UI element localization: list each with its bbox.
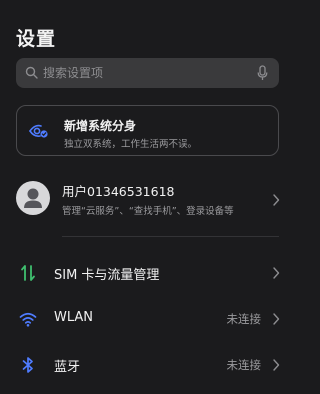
chevron-right-icon bbox=[273, 267, 280, 279]
section-divider bbox=[62, 236, 279, 237]
settings-item-bluetooth[interactable]: 蓝牙 未连接 bbox=[0, 343, 295, 387]
settings-item-label: WLAN bbox=[54, 310, 94, 325]
banner-subtitle: 独立双系统，工作生活两不误。 bbox=[64, 139, 198, 150]
chevron-right-icon bbox=[273, 313, 280, 325]
settings-item-wlan[interactable]: WLAN 未连接 bbox=[0, 297, 295, 341]
page-title: 设置 bbox=[16, 28, 57, 50]
banner-title: 新增系统分身 bbox=[64, 119, 137, 133]
eye-clone-icon bbox=[29, 124, 48, 138]
microphone-icon[interactable] bbox=[257, 65, 268, 81]
settings-item-label: 蓝牙 bbox=[54, 360, 81, 375]
search-input[interactable] bbox=[43, 58, 253, 88]
wifi-icon bbox=[19, 312, 37, 327]
settings-item-sim[interactable]: SIM 卡与流量管理 bbox=[0, 251, 295, 295]
system-clone-banner[interactable]: 新增系统分身 独立双系统，工作生活两不误。 bbox=[16, 105, 279, 156]
account-row[interactable]: 用户01346531618 管理“云服务”、“查找手机”、登录设备等 bbox=[0, 175, 295, 225]
settings-screen: 设置 新增系统分身 独立双系统，工作生活两不误。 bbox=[0, 0, 295, 394]
settings-item-status: 未连接 bbox=[226, 312, 262, 326]
avatar bbox=[16, 181, 50, 215]
chevron-right-icon bbox=[273, 359, 280, 371]
chevron-right-icon bbox=[273, 194, 280, 206]
account-subtitle: 管理“云服务”、“查找手机”、登录设备等 bbox=[62, 206, 234, 217]
search-icon bbox=[25, 66, 38, 79]
settings-item-status: 未连接 bbox=[226, 358, 262, 372]
settings-item-label: SIM 卡与流量管理 bbox=[54, 268, 160, 283]
search-bar[interactable] bbox=[16, 58, 279, 88]
bluetooth-icon bbox=[22, 357, 33, 373]
user-silhouette-icon bbox=[24, 188, 42, 208]
sim-icon bbox=[21, 265, 35, 281]
account-name: 用户01346531618 bbox=[62, 184, 175, 199]
